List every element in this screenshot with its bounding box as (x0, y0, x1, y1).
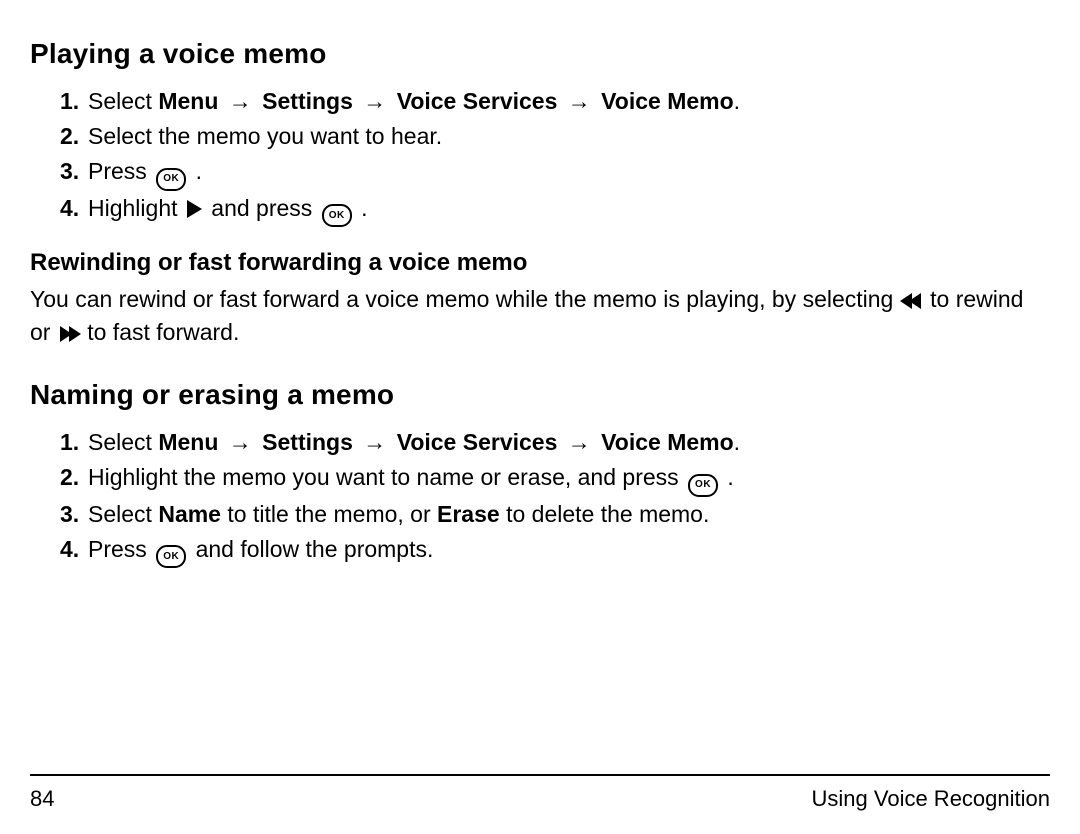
chapter-title: Using Voice Recognition (812, 786, 1050, 812)
text: Highlight (88, 195, 184, 221)
heading-naming: Naming or erasing a memo (30, 379, 1050, 411)
path-menu: Menu (158, 429, 218, 455)
text: Highlight the memo you want to name or e… (88, 464, 685, 490)
step-3: Select Name to title the memo, or Erase … (88, 497, 1050, 532)
page-footer: 84 Using Voice Recognition (30, 774, 1050, 812)
bold-name: Name (158, 501, 221, 527)
arrow-icon: → (363, 88, 386, 114)
text: and follow the prompts. (196, 536, 434, 562)
text: Select (88, 429, 158, 455)
bold-erase: Erase (437, 501, 500, 527)
ok-button-icon: OK (156, 168, 186, 191)
step-4: Press OK and follow the prompts. (88, 532, 1050, 569)
rewind-icon (903, 293, 921, 309)
text: Select (88, 88, 158, 114)
step-1: Select Menu → Settings → Voice Services … (88, 84, 1050, 119)
arrow-icon: → (229, 429, 252, 455)
arrow-icon: → (568, 429, 591, 455)
fast-forward-icon (60, 326, 78, 342)
step-4: Highlight and press OK . (88, 191, 1050, 228)
text: to fast forward. (87, 319, 239, 345)
arrow-icon: → (229, 88, 252, 114)
arrow-icon: → (363, 429, 386, 455)
text: to delete the memo. (506, 501, 709, 527)
text: to title the memo, or (227, 501, 437, 527)
paragraph-rewind-ff: You can rewind or fast forward a voice m… (30, 283, 1050, 349)
text: Select (88, 501, 158, 527)
path-menu: Menu (158, 88, 218, 114)
step-1: Select Menu → Settings → Voice Services … (88, 425, 1050, 460)
text: Press (88, 158, 153, 184)
page-number: 84 (30, 786, 54, 812)
ok-button-icon: OK (156, 545, 186, 568)
arrow-icon: → (568, 88, 591, 114)
step-2: Highlight the memo you want to name or e… (88, 460, 1050, 497)
path-voice-services: Voice Services (397, 88, 558, 114)
path-settings: Settings (262, 88, 353, 114)
path-voice-services: Voice Services (397, 429, 558, 455)
text: Press (88, 536, 153, 562)
nav-path: Menu → Settings → Voice Services → Voice… (158, 429, 733, 455)
heading-playing: Playing a voice memo (30, 38, 1050, 70)
path-settings: Settings (262, 429, 353, 455)
step-3: Press OK . (88, 154, 1050, 191)
path-voice-memo: Voice Memo (601, 88, 734, 114)
steps-naming: Select Menu → Settings → Voice Services … (30, 425, 1050, 568)
path-voice-memo: Voice Memo (601, 429, 734, 455)
ok-button-icon: OK (688, 474, 718, 497)
nav-path: Menu → Settings → Voice Services → Voice… (158, 88, 733, 114)
step-2: Select the memo you want to hear. (88, 119, 1050, 154)
play-icon (187, 200, 202, 218)
steps-playing: Select Menu → Settings → Voice Services … (30, 84, 1050, 227)
subheading-rewind-ff: Rewinding or fast forwarding a voice mem… (30, 249, 1050, 277)
ok-button-icon: OK (322, 204, 352, 227)
text: You can rewind or fast forward a voice m… (30, 286, 900, 312)
text: and press (211, 195, 318, 221)
